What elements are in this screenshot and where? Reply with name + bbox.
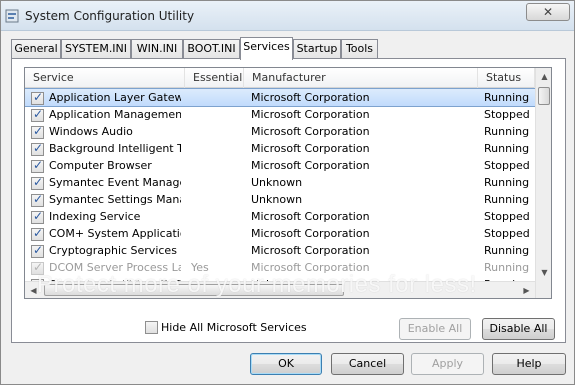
scroll-down-icon[interactable]: ▼: [536, 264, 551, 281]
scroll-up-icon[interactable]: ▲: [536, 68, 551, 85]
service-row[interactable]: DCOM Server Process La… Yes Microsoft Corp…: [25, 259, 535, 276]
list-header: Service Essential Manufacturer Status: [25, 68, 535, 88]
disable-all-button[interactable]: Disable All: [482, 318, 555, 340]
hide-microsoft-services-label: Hide All Microsoft Services: [161, 321, 307, 334]
service-manufacturer: Microsoft Corporation: [251, 227, 370, 240]
tab-general[interactable]: General: [11, 39, 61, 59]
service-name: Background Intelligent T…: [49, 142, 181, 155]
service-row[interactable]: Cryptographic Services Microsoft Corporat…: [25, 242, 535, 259]
service-manufacturer: Microsoft Corporation: [251, 210, 370, 223]
service-row[interactable]: COM+ System Application Microsoft Corpora…: [25, 225, 535, 242]
scrollbar-thumb[interactable]: [538, 87, 550, 105]
column-header-service[interactable]: Service: [25, 68, 185, 88]
service-row[interactable]: Indexing Service Microsoft Corporation Sto…: [25, 208, 535, 225]
service-checkbox[interactable]: [31, 141, 44, 156]
help-button[interactable]: Help: [492, 353, 566, 375]
service-manufacturer: Microsoft Corporation: [251, 159, 370, 172]
ok-button[interactable]: OK: [250, 353, 322, 375]
service-status: Running: [484, 176, 530, 189]
service-checkbox[interactable]: [31, 124, 44, 139]
service-manufacturer: Microsoft Corporation: [251, 142, 370, 155]
horizontal-scrollbar[interactable]: ◀ ▶: [25, 281, 535, 298]
service-name: Symantec Settings Mana…: [49, 193, 181, 206]
service-checkbox[interactable]: [31, 90, 44, 105]
column-header-manufacturer[interactable]: Manufacturer: [244, 68, 478, 88]
service-name: Windows Audio: [49, 125, 133, 138]
service-name: Computer Browser: [49, 159, 152, 172]
service-checkbox[interactable]: [31, 243, 44, 258]
service-status: Running: [484, 193, 530, 206]
window-title: System Configuration Utility: [25, 9, 195, 23]
service-row[interactable]: Application Management Microsoft Corporat…: [25, 106, 535, 123]
scroll-left-icon[interactable]: ◀: [25, 282, 42, 298]
service-row[interactable]: Computer Browser Microsoft Corporation Sto…: [25, 157, 535, 174]
service-name: COM+ System Application: [49, 227, 181, 240]
tab-tools[interactable]: Tools: [341, 39, 378, 59]
service-manufacturer: Microsoft Corporation: [251, 108, 370, 121]
services-list[interactable]: Service Essential Manufacturer Status Ap…: [24, 67, 552, 299]
service-name: Indexing Service: [49, 210, 141, 223]
service-name: Application Layer Gatew…: [49, 91, 181, 104]
service-name: Symantec Event Manager: [49, 176, 181, 189]
close-button[interactable]: ✕: [526, 3, 570, 21]
service-status: Running: [484, 261, 530, 274]
service-status: Running: [484, 91, 530, 104]
system-configuration-window: System Configuration Utility ✕ General S…: [0, 0, 575, 385]
service-status: Running: [484, 142, 530, 155]
service-name: Application Management: [49, 108, 181, 121]
column-header-essential[interactable]: Essential: [185, 68, 244, 88]
tab-boot-ini[interactable]: BOOT.INI: [183, 39, 240, 59]
service-status: Stopped: [484, 210, 530, 223]
service-checkbox[interactable]: [31, 107, 44, 122]
tab-startup[interactable]: Startup: [293, 39, 341, 59]
service-checkbox[interactable]: [31, 158, 44, 173]
service-checkbox: [31, 260, 44, 275]
service-status: Stopped: [484, 227, 530, 240]
service-checkbox[interactable]: [31, 226, 44, 241]
service-row[interactable]: Windows Audio Microsoft Corporation Runnin…: [25, 123, 535, 140]
service-checkbox[interactable]: [31, 192, 44, 207]
tab-system-ini[interactable]: SYSTEM.INI: [61, 39, 131, 59]
tab-services[interactable]: Services: [240, 37, 293, 60]
close-icon: ✕: [542, 5, 554, 19]
service-manufacturer: Microsoft Corporation: [251, 261, 370, 274]
service-essential: Yes: [191, 261, 209, 274]
service-row[interactable]: Symantec Event Manager Unknown Running: [25, 174, 535, 191]
service-manufacturer: Unknown: [251, 193, 303, 206]
column-header-status[interactable]: Status: [478, 68, 535, 88]
service-status: Running: [484, 125, 530, 138]
service-status: Stopped: [484, 159, 530, 172]
service-manufacturer: Microsoft Corporation: [251, 244, 370, 257]
vertical-scrollbar[interactable]: ▲ ▼: [535, 68, 551, 298]
service-status: Stopped: [484, 108, 530, 121]
cancel-button[interactable]: Cancel: [331, 353, 404, 375]
title-bar: System Configuration Utility ✕: [1, 1, 574, 31]
horizontal-scrollbar-thumb[interactable]: [44, 284, 344, 296]
enable-all-button[interactable]: Enable All: [399, 318, 471, 340]
service-row[interactable]: Background Intelligent T… Microsoft Corpo…: [25, 140, 535, 157]
service-row[interactable]: Application Layer Gatew… Microsoft Corpor…: [25, 88, 536, 107]
msconfig-app-icon: [5, 9, 19, 23]
service-name: Cryptographic Services: [49, 244, 177, 257]
tab-win-ini[interactable]: WIN.INI: [131, 39, 183, 59]
service-checkbox[interactable]: [31, 175, 44, 190]
service-manufacturer: Microsoft Corporation: [251, 125, 370, 138]
service-status: Running: [484, 244, 530, 257]
service-manufacturer: Microsoft Corporation: [251, 91, 370, 104]
apply-button[interactable]: Apply: [411, 353, 484, 375]
service-checkbox[interactable]: [31, 209, 44, 224]
scroll-right-icon[interactable]: ▶: [518, 282, 535, 298]
hide-microsoft-services-checkbox[interactable]: [145, 321, 158, 334]
services-tab-panel: Service Essential Manufacturer Status Ap…: [11, 58, 566, 343]
service-row[interactable]: Symantec Settings Mana… Unknown Running: [25, 191, 535, 208]
service-manufacturer: Unknown: [251, 176, 303, 189]
service-name: DCOM Server Process La…: [49, 261, 181, 274]
